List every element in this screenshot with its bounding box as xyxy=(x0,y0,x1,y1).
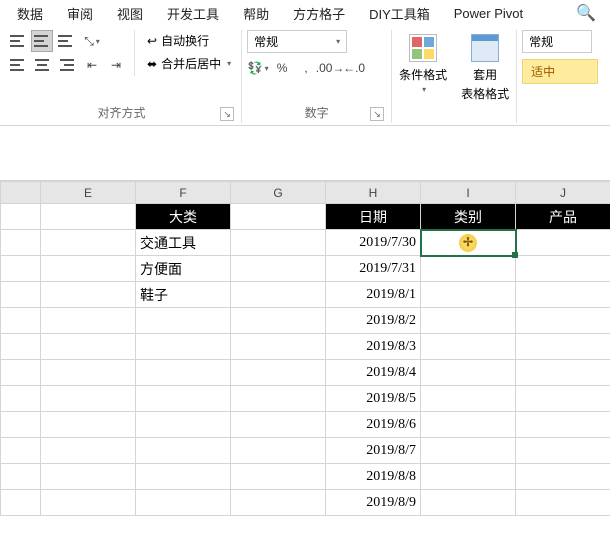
active-cell[interactable]: ✢ xyxy=(421,230,516,256)
cursor-icon: ✢ xyxy=(459,234,477,252)
chevron-down-icon: ▾ xyxy=(227,59,231,68)
cell-style-normal[interactable]: 常规 xyxy=(522,30,592,53)
cell-header-date[interactable]: 日期 xyxy=(326,204,421,230)
menu-review[interactable]: 审阅 xyxy=(56,1,104,26)
col-header-I[interactable]: I xyxy=(421,182,516,204)
merge-label: 合并后居中 xyxy=(161,55,221,72)
align-bottom-button[interactable] xyxy=(55,30,77,52)
col-header-F[interactable]: F xyxy=(136,182,231,204)
formula-bar-area xyxy=(0,126,610,181)
decrease-indent-button[interactable]: ⇤ xyxy=(81,54,103,76)
ribbon-group-cond-format: 条件格式 ▾ xyxy=(392,30,454,123)
ribbon-group-cell-styles: 常规 适中 xyxy=(517,30,603,123)
merge-icon: ⬌ xyxy=(147,57,157,71)
cell-header-type[interactable]: 类别 xyxy=(421,204,516,230)
col-header-H[interactable]: H xyxy=(326,182,421,204)
alignment-dialog-launcher[interactable]: ↘ xyxy=(220,107,234,121)
align-right-button[interactable] xyxy=(55,54,77,76)
table-format-icon xyxy=(471,34,499,62)
table-row: 2019/8/4 xyxy=(1,360,610,386)
number-format-select[interactable]: 常规 ▾ xyxy=(247,30,347,53)
wrap-text-label: 自动换行 xyxy=(161,32,209,49)
table-row: 交通工具 2019/7/30 ✢ xyxy=(1,230,610,256)
menu-fangfang[interactable]: 方方格子 xyxy=(282,1,356,26)
accounting-format-button[interactable]: 💱▾ xyxy=(247,57,269,79)
menu-devtools[interactable]: 开发工具 xyxy=(156,1,230,26)
grid-table: E F G H I J 大类 日期 类别 产品 交通工具 2019/7/30 ✢… xyxy=(0,181,610,516)
col-header-J[interactable]: J xyxy=(516,182,610,204)
fill-handle[interactable] xyxy=(512,252,518,258)
conditional-format-button[interactable]: 条件格式 ▾ xyxy=(397,30,449,96)
align-top-button[interactable] xyxy=(7,30,29,52)
col-header-G[interactable]: G xyxy=(231,182,326,204)
cell[interactable]: 方便面 xyxy=(136,256,231,282)
increase-indent-button[interactable]: ⇥ xyxy=(105,54,127,76)
table-format-label2: 表格格式 xyxy=(461,85,509,102)
cell[interactable]: 2019/8/6 xyxy=(326,412,421,438)
increase-decimal-button[interactable]: .00→ xyxy=(319,57,341,79)
align-left-button[interactable] xyxy=(7,54,29,76)
wrap-text-button[interactable]: ↩ 自动换行 xyxy=(142,30,236,51)
conditional-format-label: 条件格式 xyxy=(399,66,447,83)
cell[interactable]: 2019/8/1 xyxy=(326,282,421,308)
table-row: 2019/8/3 xyxy=(1,334,610,360)
decrease-decimal-button[interactable]: ←.0 xyxy=(343,57,365,79)
column-header-row: E F G H I J xyxy=(1,182,610,204)
group-label-alignment: 对齐方式 ↘ xyxy=(7,102,236,123)
worksheet[interactable]: E F G H I J 大类 日期 类别 产品 交通工具 2019/7/30 ✢… xyxy=(0,181,610,516)
menu-data[interactable]: 数据 xyxy=(6,1,54,26)
menu-help[interactable]: 帮助 xyxy=(232,1,280,26)
format-as-table-button[interactable]: 套用 表格格式 xyxy=(459,30,511,104)
table-row: 2019/8/8 xyxy=(1,464,610,490)
cell[interactable]: 2019/8/9 xyxy=(326,490,421,516)
col-header-E[interactable]: E xyxy=(41,182,136,204)
cell[interactable]: 2019/8/3 xyxy=(326,334,421,360)
cell[interactable]: 2019/8/2 xyxy=(326,308,421,334)
cell-header-product[interactable]: 产品 xyxy=(516,204,610,230)
cell[interactable]: 2019/8/8 xyxy=(326,464,421,490)
cell-style-normal-label: 常规 xyxy=(529,33,553,50)
table-row: 2019/8/7 xyxy=(1,438,610,464)
col-header-blank[interactable] xyxy=(1,182,41,204)
comma-format-button[interactable]: , xyxy=(295,57,317,79)
table-row: 2019/8/6 xyxy=(1,412,610,438)
align-middle-button[interactable] xyxy=(31,30,53,52)
wrap-text-icon: ↩ xyxy=(147,34,157,48)
merge-center-button[interactable]: ⬌ 合并后居中 ▾ xyxy=(142,53,236,74)
menu-view[interactable]: 视图 xyxy=(106,1,154,26)
cell[interactable]: 2019/8/4 xyxy=(326,360,421,386)
table-format-label1: 套用 xyxy=(473,66,497,83)
number-format-value: 常规 xyxy=(254,33,278,50)
table-row: 大类 日期 类别 产品 xyxy=(1,204,610,230)
cell[interactable]: 鞋子 xyxy=(136,282,231,308)
cell[interactable]: 2019/7/30 xyxy=(326,230,421,256)
ribbon-group-table-format: 套用 表格格式 xyxy=(454,30,517,123)
orientation-button[interactable]: ⤡▾ xyxy=(81,30,103,52)
cell[interactable]: 2019/8/7 xyxy=(326,438,421,464)
cell-style-neutral[interactable]: 适中 xyxy=(522,59,598,84)
ribbon-group-alignment: ⤡▾ ⇤ ⇥ ↩ 自动换行 ⬌ 合并后居中 ▾ xyxy=(2,30,242,123)
menu-powerpivot[interactable]: Power Pivot xyxy=(443,3,534,24)
cell-header-category[interactable]: 大类 xyxy=(136,204,231,230)
menu-bar: 数据 审阅 视图 开发工具 帮助 方方格子 DIY工具箱 Power Pivot… xyxy=(0,0,610,26)
cell[interactable]: 2019/8/5 xyxy=(326,386,421,412)
align-center-button[interactable] xyxy=(31,54,53,76)
table-row: 2019/8/9 xyxy=(1,490,610,516)
percent-format-button[interactable]: % xyxy=(271,57,293,79)
table-row: 2019/8/2 xyxy=(1,308,610,334)
chevron-down-icon: ▾ xyxy=(422,85,426,94)
ribbon: ⤡▾ ⇤ ⇥ ↩ 自动换行 ⬌ 合并后居中 ▾ xyxy=(0,26,610,126)
number-dialog-launcher[interactable]: ↘ xyxy=(370,107,384,121)
table-row: 方便面 2019/7/31 xyxy=(1,256,610,282)
group-label-number: 数字 ↘ xyxy=(247,102,386,123)
cell[interactable]: 2019/7/31 xyxy=(326,256,421,282)
search-icon[interactable]: 🔍 xyxy=(568,3,604,23)
menu-diy[interactable]: DIY工具箱 xyxy=(358,1,441,26)
ribbon-group-number: 常规 ▾ 💱▾ % , .00→ ←.0 数字 ↘ xyxy=(242,30,392,123)
conditional-format-icon xyxy=(409,34,437,62)
chevron-down-icon: ▾ xyxy=(336,37,340,46)
cell[interactable]: 交通工具 xyxy=(136,230,231,256)
table-row: 2019/8/5 xyxy=(1,386,610,412)
table-row: 鞋子 2019/8/1 xyxy=(1,282,610,308)
